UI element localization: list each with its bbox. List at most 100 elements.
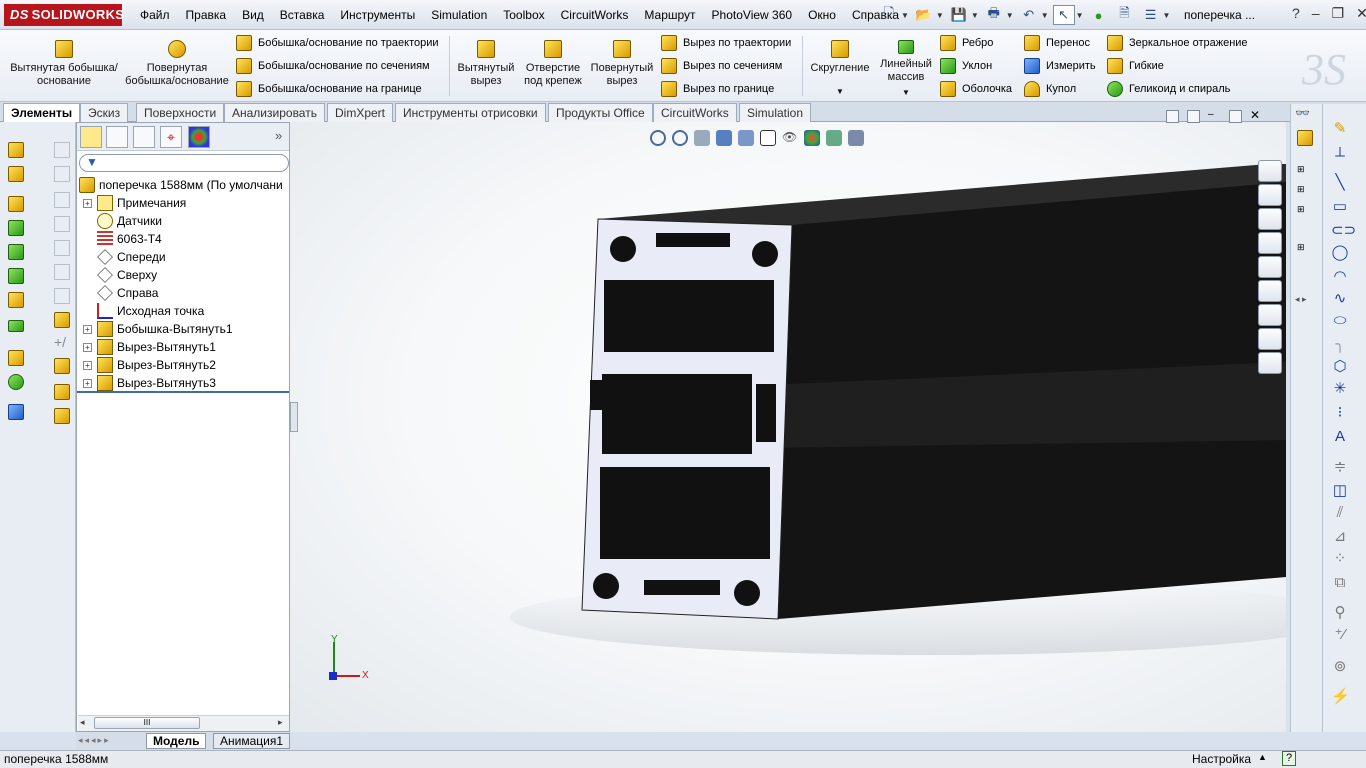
sweep-cut-button[interactable]: Вырез по траектории xyxy=(661,34,791,52)
open-folder-icon[interactable]: 📂 xyxy=(913,5,935,25)
scroll-right-icon[interactable]: ▸ xyxy=(278,717,283,728)
plane-icon[interactable] xyxy=(54,240,70,256)
rebuild-icon[interactable]: ● xyxy=(1088,5,1110,25)
toolbox-icon[interactable] xyxy=(1258,328,1282,350)
boundary-boss-button[interactable]: Бобышка/основание на границе xyxy=(236,80,422,98)
split-view-icon[interactable] xyxy=(1166,110,1179,123)
menu-file[interactable]: Файл xyxy=(132,0,178,30)
measure-button[interactable]: Измерить xyxy=(1024,57,1096,75)
tree-item[interactable]: Справа xyxy=(77,284,158,302)
close-icon[interactable]: ✕ xyxy=(1356,5,1366,22)
helix-icon[interactable] xyxy=(8,374,24,390)
tree-item[interactable]: Датчики xyxy=(77,212,162,230)
offset-icon[interactable]: ⫽ xyxy=(1331,504,1349,522)
tab-animation[interactable]: Анимация1 xyxy=(213,733,291,749)
extrude-boss-button[interactable]: Вытянутая бобышка/основание xyxy=(8,36,120,88)
extrude-boss-icon[interactable] xyxy=(8,142,24,158)
chevron-down-icon[interactable]: ▼ xyxy=(806,85,874,98)
extrude-cut-button[interactable]: Вытянутый вырез xyxy=(454,36,518,88)
expand-icon[interactable]: + xyxy=(83,324,92,334)
tab-office-products[interactable]: Продукты Office xyxy=(548,103,653,122)
feature-manager-tab-icon[interactable] xyxy=(80,126,102,148)
close-icon[interactable]: ✕ xyxy=(1250,109,1263,123)
select-cursor-icon[interactable]: ↖ xyxy=(1052,5,1075,25)
glasses-icon[interactable]: 👓 xyxy=(1295,106,1310,120)
chevron-down-icon[interactable]: ▼ xyxy=(876,86,936,99)
tab-features[interactable]: Элементы xyxy=(3,103,81,123)
restore-icon[interactable]: ❐ xyxy=(1332,5,1345,22)
design-library-icon[interactable] xyxy=(1258,184,1282,206)
chevron-down-icon[interactable]: ▼ xyxy=(936,11,944,20)
scroll-left-icon[interactable]: ◂ xyxy=(80,717,85,728)
chevron-down-icon[interactable]: ▼ xyxy=(1006,11,1014,20)
line-icon[interactable]: ╲ xyxy=(1331,174,1349,192)
tree-item[interactable]: Спереди xyxy=(77,248,166,266)
chevron-down-icon[interactable]: ▼ xyxy=(1163,11,1171,20)
hole-wizard-icon[interactable] xyxy=(8,292,24,308)
rib-icon[interactable] xyxy=(8,350,24,366)
chevron-up-icon[interactable]: ▲ xyxy=(1258,752,1267,762)
fillet-sketch-icon[interactable]: ╮ xyxy=(1331,336,1349,354)
boundary-cut-button[interactable]: Вырез по границе xyxy=(661,80,774,98)
options-icon[interactable]: ☰ xyxy=(1140,5,1162,25)
expand-icon[interactable]: ⊞ xyxy=(1297,184,1305,195)
chevron-down-icon[interactable]: ▼ xyxy=(1041,11,1049,20)
extrude-cut-icon[interactable] xyxy=(8,166,24,182)
fillet-button[interactable]: Скругление ▼ xyxy=(806,36,874,98)
polygon-icon[interactable]: ⬡ xyxy=(1331,358,1349,376)
move-button[interactable]: Перенос xyxy=(1024,34,1090,52)
menu-tools[interactable]: Инструменты xyxy=(332,0,423,30)
resources-icon[interactable] xyxy=(1258,304,1282,326)
draft-button[interactable]: Уклон xyxy=(940,57,992,75)
expand-icon[interactable]: + xyxy=(83,378,92,388)
rectangle-icon[interactable]: ▭ xyxy=(1331,198,1349,216)
tree-filter-input[interactable]: ▼ xyxy=(79,154,289,172)
revolve-boss-icon[interactable] xyxy=(8,196,24,212)
expand-icon[interactable]: + xyxy=(83,360,92,370)
mirror-button[interactable]: Зеркальное отражение xyxy=(1107,34,1248,52)
tab-nav-arrows-icon[interactable]: ◂◂◂▸▸ xyxy=(78,735,111,746)
sweep-boss-button[interactable]: Бобышка/основание по траектории xyxy=(236,34,439,52)
rib-button[interactable]: Ребро xyxy=(940,34,993,52)
help-icon[interactable]: ? xyxy=(1282,751,1296,766)
repair-sketch-icon[interactable]: ⊚ xyxy=(1331,658,1349,676)
expand-icon[interactable]: + xyxy=(83,342,92,352)
undo-icon[interactable]: ↶ xyxy=(1018,5,1040,25)
helix-button[interactable]: Геликоид и спираль xyxy=(1107,80,1230,98)
scroll-left-icon[interactable]: ◂ ▸ xyxy=(1295,294,1307,305)
pattern-icon[interactable]: ⁘ xyxy=(1331,550,1349,568)
menu-routing[interactable]: Маршрут xyxy=(636,0,703,30)
tree-item[interactable]: + Вырез-Вытянуть2 xyxy=(77,356,216,374)
shell-icon[interactable] xyxy=(8,244,24,260)
arc-icon[interactable]: ◠ xyxy=(1331,268,1349,286)
slot-icon[interactable]: ⊂⊃ xyxy=(1331,222,1356,240)
save-icon[interactable]: 💾 xyxy=(948,5,970,25)
menu-view[interactable]: Вид xyxy=(234,0,272,30)
menu-circuitworks[interactable]: CircuitWorks xyxy=(553,0,637,30)
relations-icon[interactable]: ⚲ xyxy=(1331,604,1349,622)
expand-icon[interactable]: + xyxy=(83,198,92,208)
tab-sketch[interactable]: Эскиз xyxy=(80,103,129,122)
plane-icon[interactable] xyxy=(54,192,70,208)
help-icon[interactable]: ? xyxy=(1292,5,1300,22)
linear-pattern-button[interactable]: Линейный массив ▼ xyxy=(876,36,936,99)
solidworks-logo[interactable]: DS SOLIDWORKS xyxy=(4,4,124,26)
loft-icon[interactable] xyxy=(8,220,24,236)
appearances-icon[interactable] xyxy=(1258,256,1282,278)
tab-simulation[interactable]: Simulation xyxy=(739,103,812,122)
home-icon[interactable] xyxy=(1258,160,1282,182)
tab-surfaces[interactable]: Поверхности xyxy=(136,103,225,122)
tree-item[interactable]: Исходная точка xyxy=(77,302,204,320)
reference-axis-icon[interactable]: ⁺⁄ xyxy=(1331,626,1349,644)
custom-properties-icon[interactable] xyxy=(1258,280,1282,302)
tab-model[interactable]: Модель xyxy=(146,733,207,749)
tree-item[interactable]: 6063-T4 xyxy=(77,230,162,248)
expand-arrows-icon[interactable]: » xyxy=(275,128,282,143)
menu-simulation[interactable]: Simulation xyxy=(423,0,495,30)
mirror-entities-icon[interactable]: ⊿ xyxy=(1331,528,1349,546)
expand-icon[interactable]: ⊞ xyxy=(1297,242,1305,253)
tile-view-icon[interactable] xyxy=(1187,110,1200,123)
tree-root-part[interactable]: поперечка 1588мм (По умолчани xyxy=(79,176,283,194)
expand-icon[interactable]: ⊞ xyxy=(1297,204,1305,215)
menu-insert[interactable]: Вставка xyxy=(272,0,333,30)
